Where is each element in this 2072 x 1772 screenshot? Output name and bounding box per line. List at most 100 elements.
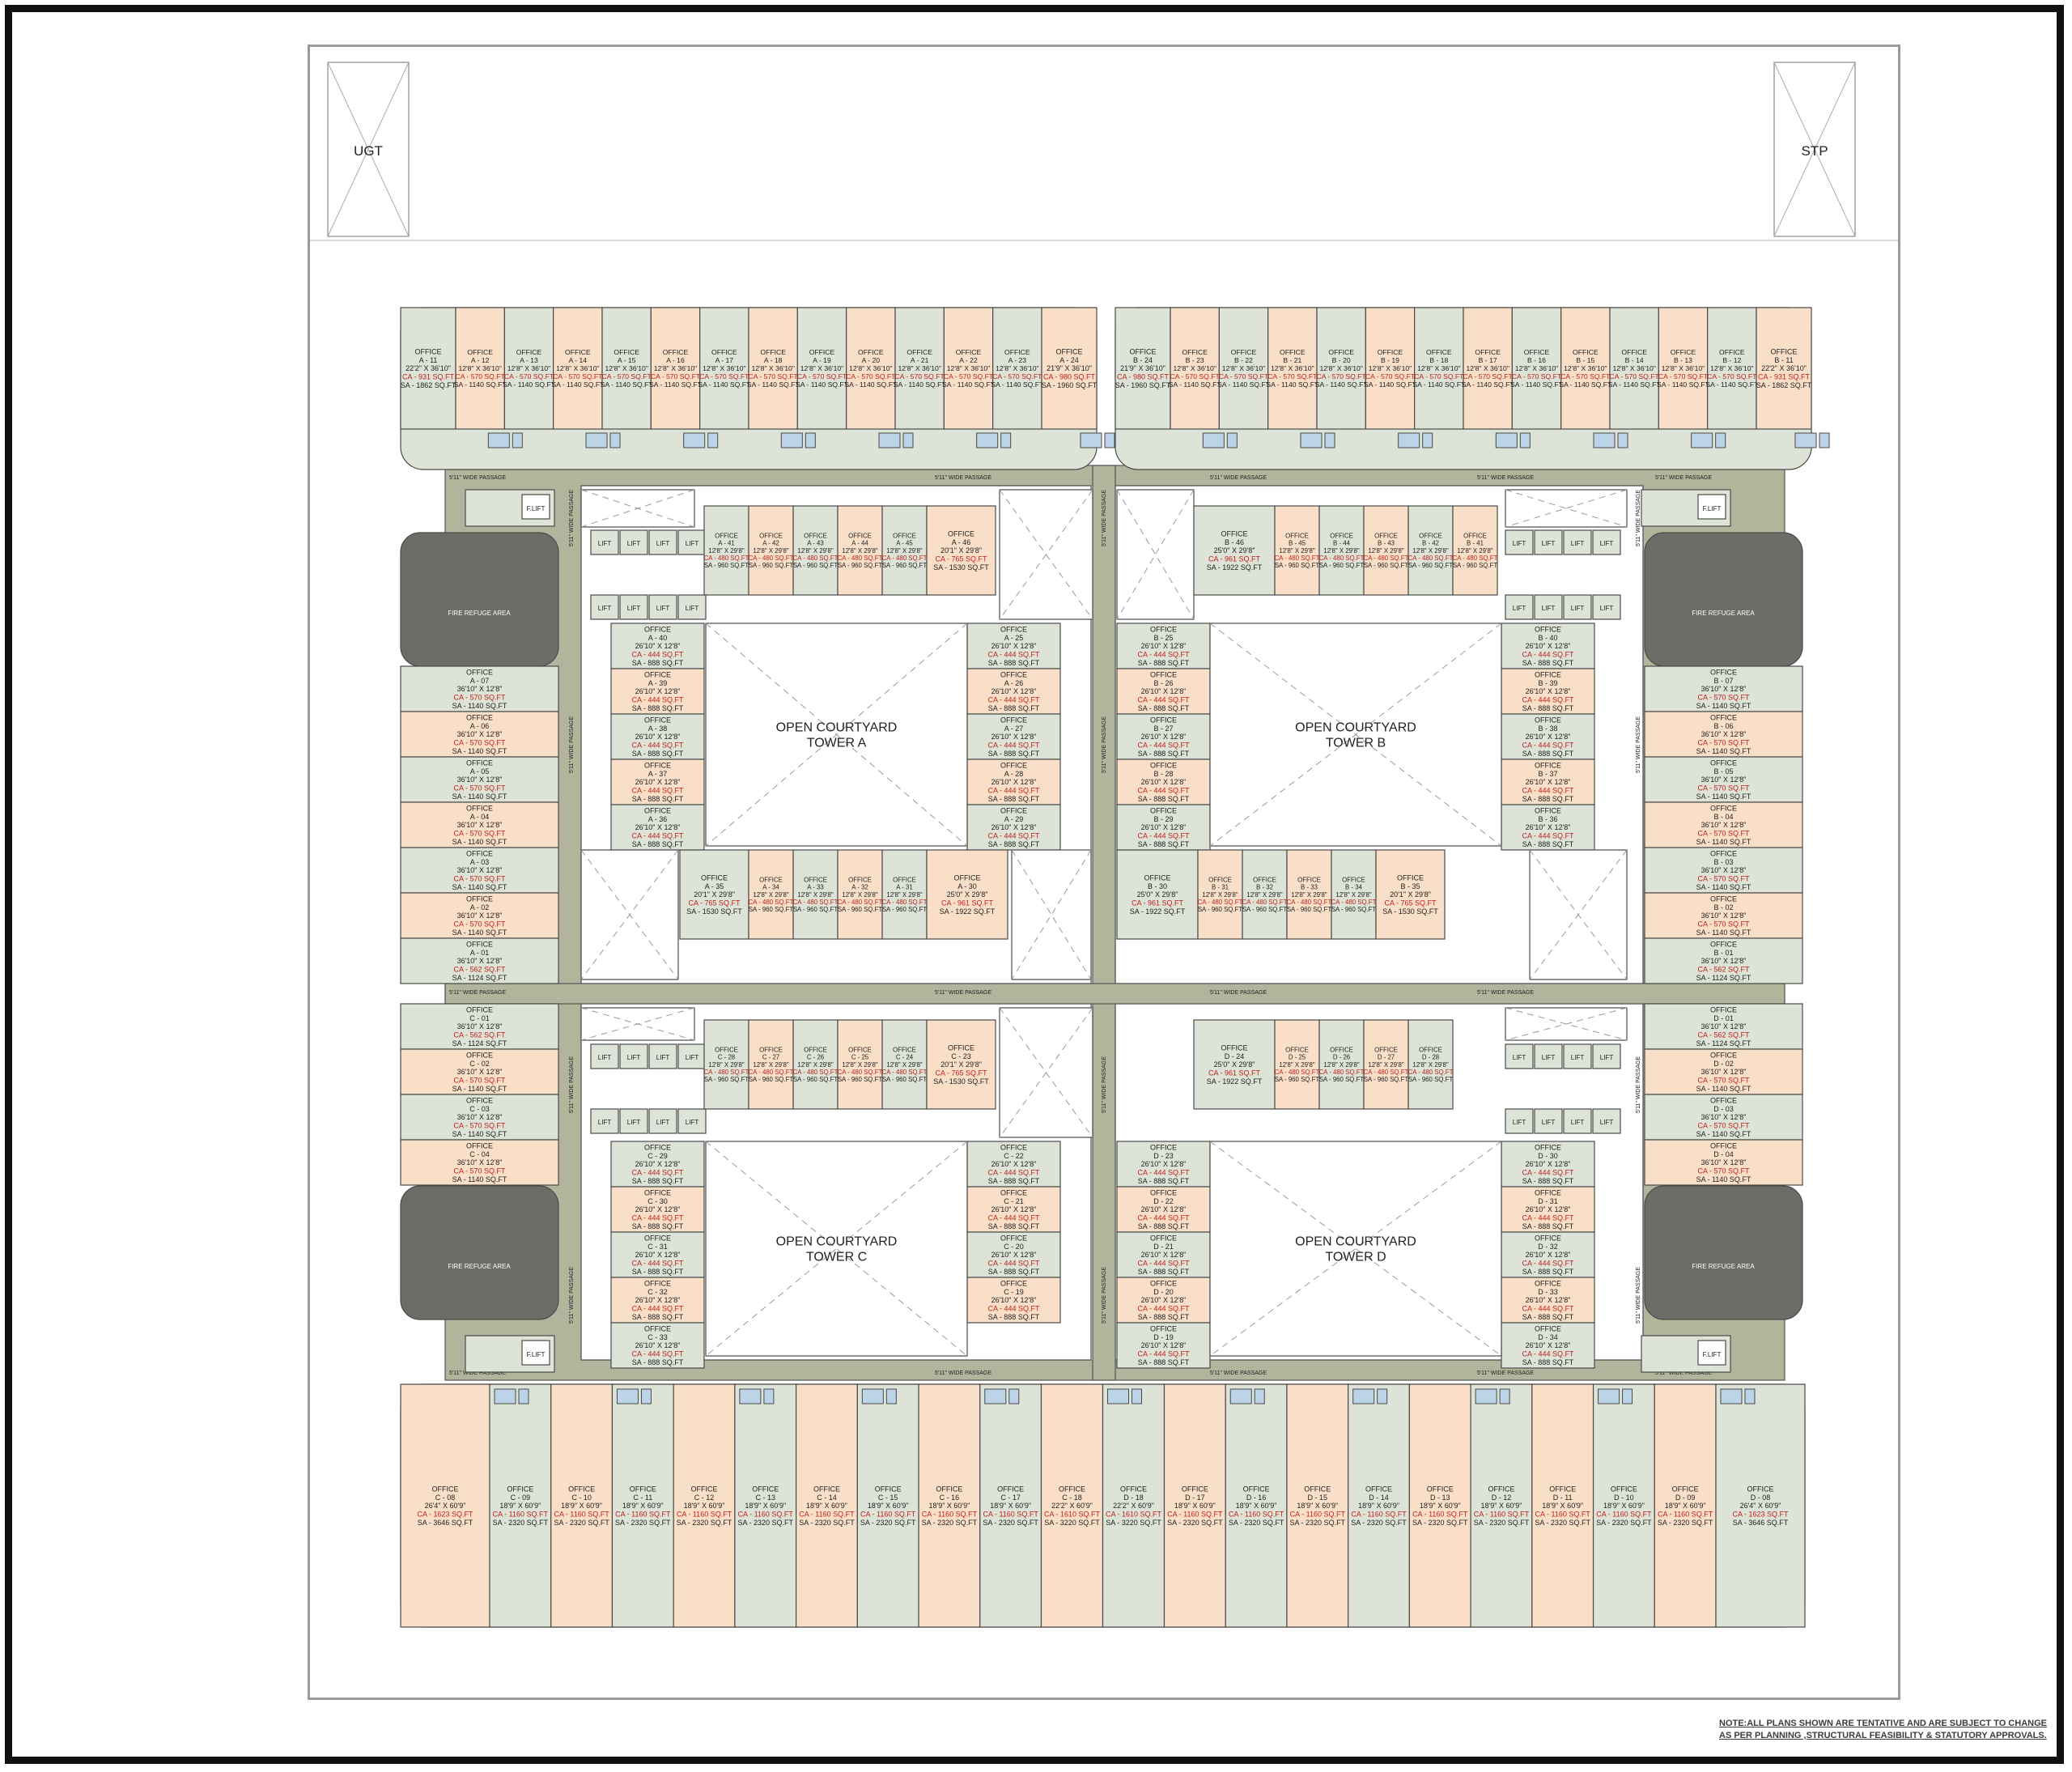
unit-C-29-text-0: OFFICE — [644, 1143, 671, 1151]
unit-A-43-text-3: CA - 480 SQ.FT — [793, 555, 839, 562]
unit-D-23-text-0: OFFICE — [1150, 1143, 1177, 1151]
unit-B-44-text-3: CA - 480 SQ.FT — [1319, 555, 1365, 562]
unit-B-07-text-1: B - 07 — [1713, 677, 1733, 685]
unit-D-16-toilet-2 — [1254, 1388, 1265, 1404]
unit-B-22-text-1: B - 22 — [1234, 356, 1253, 364]
unit-A-12-text-1: A - 12 — [471, 356, 490, 364]
unit-A-02-text-0: OFFICE — [466, 894, 493, 903]
unit-B-20-text-0: OFFICE — [1328, 348, 1354, 356]
unit-D-34-text-2: 26'10" X 12'8" — [1526, 1341, 1571, 1349]
tower-a-lift-top-2-label: LIFT — [656, 540, 670, 547]
unit-D-23-text-4: SA - 888 SQ.FT — [1138, 1177, 1190, 1185]
unit-B-31-text-2: 12'8" X 29'8" — [1202, 891, 1238, 899]
unit-A-01-text-1: A - 01 — [470, 949, 490, 957]
unit-D-22-text-3: CA - 444 SQ.FT — [1137, 1214, 1190, 1222]
unit-C-33-text-1: C - 33 — [648, 1333, 668, 1341]
ugt-tank-label: UGT — [354, 143, 383, 159]
unit-B-15-text-0: OFFICE — [1573, 348, 1599, 356]
unit-C-15-text-2: 18'9" X 60'9" — [868, 1502, 909, 1510]
unit-B-15-text-4: SA - 1140 SQ.FT — [1559, 380, 1612, 389]
unit-A-22-toilet — [976, 432, 999, 448]
unit-B-05-text-0: OFFICE — [1710, 759, 1737, 767]
unit-B-45-text-4: SA - 960 SQ.FT — [1275, 562, 1320, 569]
unit-A-13-text-2: 12'8" X 36'10" — [507, 364, 550, 372]
unit-A-27-text-3: CA - 444 SQ.FT — [987, 742, 1040, 750]
unit-B-12-text-0: OFFICE — [1719, 348, 1745, 356]
unit-B-23-text-0: OFFICE — [1182, 348, 1208, 356]
unit-D-03-text-2: 36'10" X 12'8" — [1701, 1113, 1747, 1121]
tower-a-lift-mid-3-label: LIFT — [686, 605, 699, 612]
unit-B-23-text-1: B - 23 — [1186, 356, 1204, 364]
unit-B-28-text-4: SA - 888 SQ.FT — [1138, 795, 1190, 803]
unit-D-02-text-0: OFFICE — [1710, 1051, 1737, 1059]
unit-C-24-text-3: CA - 480 SQ.FT — [882, 1069, 928, 1076]
unit-A-14-text-2: 12'8" X 36'10" — [556, 364, 599, 372]
unit-A-38-text-0: OFFICE — [644, 716, 671, 724]
unit-C-23-text-4: SA - 1530 SQ.FT — [933, 1077, 989, 1086]
unit-B-32-text-3: CA - 480 SQ.FT — [1242, 899, 1288, 906]
unit-B-01-text-0: OFFICE — [1710, 940, 1737, 948]
unit-C-33-text-4: SA - 888 SQ.FT — [632, 1358, 684, 1366]
unit-B-22-text-4: SA - 1140 SQ.FT — [1217, 380, 1271, 389]
unit-A-14-text-4: SA - 1140 SQ.FT — [551, 380, 605, 389]
unit-C-25-text-3: CA - 480 SQ.FT — [838, 1069, 883, 1076]
passage-label-v-10: 5'11" WIDE PASSAGE — [1636, 1056, 1641, 1113]
unit-A-15-text-3: CA - 570 SQ.FT — [602, 372, 652, 380]
unit-B-06-text-2: 36'10" X 12'8" — [1701, 730, 1747, 738]
unit-D-33-text-4: SA - 888 SQ.FT — [1522, 1313, 1574, 1321]
unit-B-21-text-3: CA - 570 SQ.FT — [1267, 372, 1318, 380]
unit-A-43-text-1: A - 43 — [807, 540, 824, 547]
unit-A-22-text-3: CA - 570 SQ.FT — [944, 372, 994, 380]
unit-B-01-text-3: CA - 562 SQ.FT — [1697, 966, 1750, 974]
unit-A-18-text-4: SA - 1140 SQ.FT — [747, 380, 800, 389]
unit-B-11-text-4: SA - 1862 SQ.FT — [1756, 381, 1812, 389]
unit-C-10-text-1: C - 10 — [571, 1494, 592, 1502]
unit-B-37-text-4: SA - 888 SQ.FT — [1522, 795, 1574, 803]
unit-B-46-text-2: 25'0" X 29'8" — [1214, 546, 1255, 555]
unit-A-01-text-2: 36'10" X 12'8" — [457, 957, 503, 965]
unit-B-17-text-1: B - 17 — [1479, 356, 1497, 364]
unit-D-33-text-1: D - 33 — [1538, 1288, 1558, 1296]
unit-B-34-text-4: SA - 960 SQ.FT — [1331, 906, 1377, 913]
unit-D-08-text-4: SA - 3646 SQ.FT — [1733, 1519, 1789, 1527]
unit-B-19-toilet — [1398, 432, 1420, 448]
unit-A-05-text-4: SA - 1140 SQ.FT — [452, 793, 507, 801]
unit-A-46-text-0: OFFICE — [948, 529, 974, 538]
unit-B-15-text-2: 12'8" X 36'10" — [1564, 364, 1607, 372]
unit-A-29-text-1: A - 29 — [1004, 815, 1024, 823]
unit-C-23-text-3: CA - 765 SQ.FT — [935, 1069, 987, 1077]
unit-B-04-text-2: 36'10" X 12'8" — [1701, 821, 1747, 829]
unit-B-03-text-3: CA - 570 SQ.FT — [1697, 875, 1750, 883]
unit-D-25-text-1: D - 25 — [1289, 1054, 1306, 1061]
unit-B-38-text-3: CA - 444 SQ.FT — [1522, 742, 1574, 750]
unit-C-09-text-1: C - 09 — [511, 1494, 531, 1502]
unit-C-33-text-0: OFFICE — [644, 1324, 671, 1332]
unit-A-42-text-2: 12'8" X 29'8" — [753, 547, 789, 555]
unit-B-42-text-3: CA - 480 SQ.FT — [1408, 555, 1454, 562]
unit-B-46-text-3: CA - 961 SQ.FT — [1208, 555, 1261, 563]
unit-B-19-text-2: 12'8" X 36'10" — [1369, 364, 1412, 372]
unit-A-26-text-4: SA - 888 SQ.FT — [988, 704, 1040, 712]
unit-A-29-text-2: 26'10" X 12'8" — [991, 823, 1037, 831]
unit-B-43-text-1: B - 43 — [1378, 540, 1395, 547]
unit-B-27-text-2: 26'10" X 12'8" — [1141, 733, 1187, 741]
unit-B-25-text-3: CA - 444 SQ.FT — [1137, 651, 1190, 659]
unit-A-28-text-1: A - 28 — [1004, 770, 1024, 778]
unit-C-16-text-0: OFFICE — [936, 1485, 962, 1493]
unit-C-15-toilet — [861, 1388, 884, 1404]
unit-C-17-text-1: C - 17 — [1000, 1494, 1021, 1502]
unit-C-08-text-4: SA - 3646 SQ.FT — [418, 1519, 473, 1527]
unit-B-36-text-0: OFFICE — [1535, 806, 1561, 814]
unit-C-12-text-2: 18'9" X 60'9" — [684, 1502, 725, 1510]
unit-D-12-toilet-2 — [1499, 1388, 1510, 1404]
unit-D-08-text-1: D - 08 — [1751, 1494, 1771, 1502]
unit-A-41-text-0: OFFICE — [715, 533, 738, 540]
unit-C-31-text-1: C - 31 — [648, 1243, 668, 1251]
unit-C-10-text-4: SA - 2320 SQ.FT — [554, 1519, 609, 1527]
unit-A-12-toilet — [487, 432, 510, 448]
unit-D-12-toilet — [1475, 1388, 1497, 1404]
unit-C-28-text-3: CA - 480 SQ.FT — [704, 1069, 749, 1076]
courtyard-d-tower: TOWER D — [1325, 1251, 1386, 1264]
unit-B-18-text-1: B - 18 — [1429, 356, 1448, 364]
unit-D-34-text-0: OFFICE — [1535, 1324, 1561, 1332]
